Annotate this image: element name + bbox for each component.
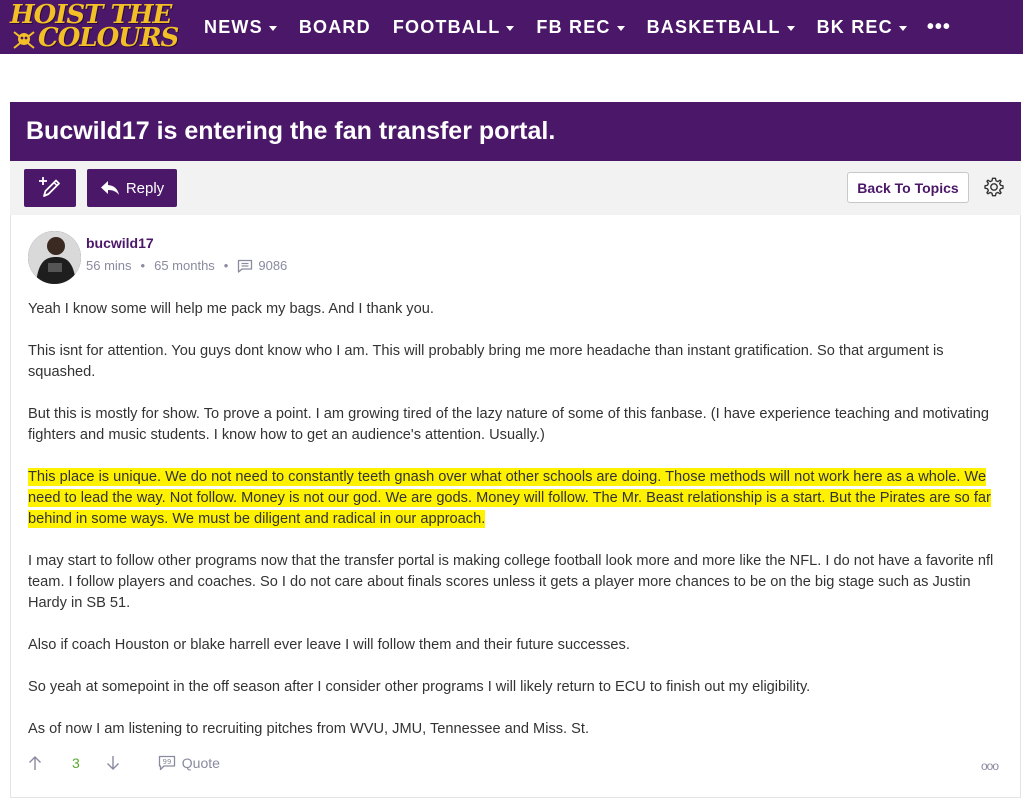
back-to-topics-button[interactable]: Back To Topics (847, 172, 969, 203)
meta-separator: • (223, 258, 229, 273)
nav-item-basketball[interactable]: BASKETBALL (647, 17, 795, 38)
downvote-arrow-icon[interactable] (106, 755, 120, 771)
topic-toolbar: Reply Back To Topics (10, 161, 1021, 215)
new-topic-button[interactable] (24, 169, 76, 207)
post-more-options-button[interactable]: ooo (981, 759, 999, 773)
reply-label: Reply (125, 179, 165, 197)
meta-separator: • (140, 258, 146, 273)
svg-text:99: 99 (162, 758, 171, 766)
nav-item-board[interactable]: BOARD (299, 17, 371, 38)
vote-score: 3 (72, 755, 80, 771)
chevron-down-icon (898, 25, 907, 31)
highlighted-text: This place is unique. We do not need to … (28, 468, 991, 528)
post-time: 56 mins (86, 258, 132, 273)
skull-crossbones-icon (13, 31, 35, 49)
chevron-down-icon (786, 25, 795, 31)
chevron-down-icon (616, 25, 625, 31)
post-paragraph: I may start to follow other programs now… (28, 553, 994, 611)
nav-label: FOOTBALL (392, 16, 501, 37)
nav-item-bk-rec[interactable]: BK REC (817, 17, 907, 38)
post-count: 9086 (258, 258, 288, 273)
avatar-image (28, 231, 81, 284)
post-paragraph: Yeah I know some will help me pack my ba… (28, 301, 434, 317)
post-paragraph: As of now I am listening to recruiting p… (28, 721, 589, 737)
page-title: Bucwild17 is entering the fan transfer p… (26, 117, 556, 145)
main-nav: NEWS BOARD FOOTBALL FB REC BASKETBALL BK… (204, 0, 951, 54)
nav-label: NEWS (204, 16, 263, 37)
nav-label: BASKETBALL (646, 16, 781, 37)
nav-more-button[interactable]: ••• (927, 16, 951, 39)
reply-button[interactable]: Reply (87, 169, 177, 207)
nav-item-football[interactable]: FOOTBALL (393, 17, 515, 38)
reply-arrow-icon (100, 181, 119, 195)
top-navbar: HOIST THE COLOURS NEWS BOARD FOOTBALL FB… (0, 0, 1023, 54)
topic-title-banner: Bucwild17 is entering the fan transfer p… (10, 102, 1021, 161)
quote-label: Quote (181, 755, 220, 771)
post-paragraph: Also if coach Houston or blake harrell e… (28, 637, 630, 653)
post-meta: 56 mins • 65 months • 9086 (86, 258, 287, 273)
post-paragraph: This isnt for attention. You guys dont k… (28, 343, 944, 380)
post-paragraph: But this is mostly for show. To prove a … (28, 406, 989, 443)
post-paragraph-highlighted: This place is unique. We do not need to … (28, 467, 1008, 530)
avatar[interactable] (28, 231, 81, 284)
compose-icon (39, 177, 60, 197)
nav-label: BOARD (298, 16, 371, 37)
chevron-down-icon (506, 25, 515, 31)
post-author[interactable]: bucwild17 (86, 235, 154, 251)
post-paragraph: So yeah at somepoint in the off season a… (28, 679, 811, 695)
nav-item-fb-rec[interactable]: FB REC (536, 16, 625, 38)
site-logo[interactable]: HOIST THE COLOURS (8, 0, 186, 54)
nav-item-news[interactable]: NEWS (204, 17, 277, 38)
logo-text-line2: COLOURS (38, 23, 179, 53)
post: bucwild17 56 mins • 65 months • 9086 Yea… (10, 215, 1021, 798)
quote-icon: 99 (158, 755, 175, 771)
member-duration: 65 months (154, 258, 215, 273)
post-body: Yeah I know some will help me pack my ba… (28, 299, 1008, 761)
comment-count-icon (237, 259, 253, 273)
upvote-arrow-icon[interactable] (28, 755, 42, 771)
post-actions: 3 99 Quote (28, 755, 220, 771)
quote-button[interactable]: 99 Quote (158, 755, 220, 771)
gear-icon[interactable] (983, 176, 1005, 198)
chevron-down-icon (268, 25, 277, 31)
nav-label: FB REC (536, 16, 611, 37)
nav-label: BK REC (816, 16, 893, 37)
